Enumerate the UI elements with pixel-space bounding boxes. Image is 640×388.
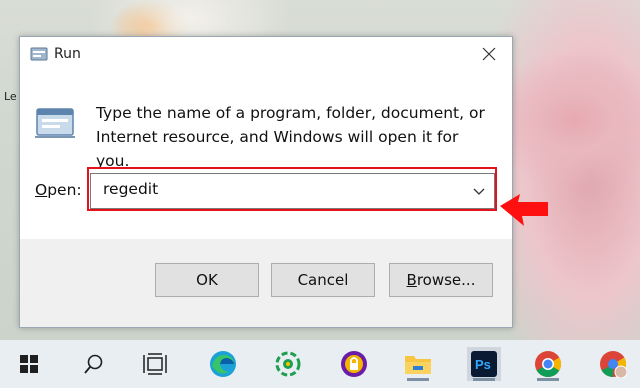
chrome-profile-icon[interactable] <box>596 347 630 381</box>
browse-button[interactable]: Browse... <box>389 263 493 297</box>
desktop-icon-label: Le <box>4 90 17 103</box>
file-explorer-icon[interactable] <box>401 347 435 381</box>
close-button[interactable] <box>466 37 512 71</box>
vpn-lock-icon[interactable] <box>337 347 371 381</box>
open-label: Open: <box>35 181 82 199</box>
open-input[interactable]: regedit <box>103 180 158 198</box>
edge-browser-icon[interactable] <box>206 347 240 381</box>
taskbar: Ps <box>0 340 640 388</box>
photoshop-icon[interactable]: Ps <box>467 347 501 381</box>
cancel-button[interactable]: Cancel <box>271 263 375 297</box>
dialog-title: Run <box>54 46 81 62</box>
search-icon[interactable] <box>77 347 111 381</box>
ok-button[interactable]: OK <box>155 263 259 297</box>
dialog-description: Type the name of a program, folder, docu… <box>96 104 485 170</box>
close-icon <box>482 47 496 61</box>
coc-coc-browser-icon[interactable] <box>271 347 305 381</box>
annotation-arrow-icon <box>498 190 550 230</box>
open-combobox[interactable]: regedit <box>90 173 495 209</box>
chrome-icon[interactable] <box>531 347 565 381</box>
chevron-down-icon[interactable] <box>472 183 486 197</box>
active-indicator <box>407 378 429 381</box>
windows-start-icon[interactable] <box>12 347 46 381</box>
task-view-icon[interactable] <box>138 347 172 381</box>
title-bar[interactable]: Run <box>20 37 512 71</box>
active-indicator <box>537 378 559 381</box>
run-dialog: Run Type the name of a program, folder, … <box>19 36 513 328</box>
active-indicator <box>473 378 495 381</box>
svg-text:Ps: Ps <box>475 357 491 372</box>
run-icon <box>30 46 48 61</box>
run-program-icon <box>34 107 76 139</box>
